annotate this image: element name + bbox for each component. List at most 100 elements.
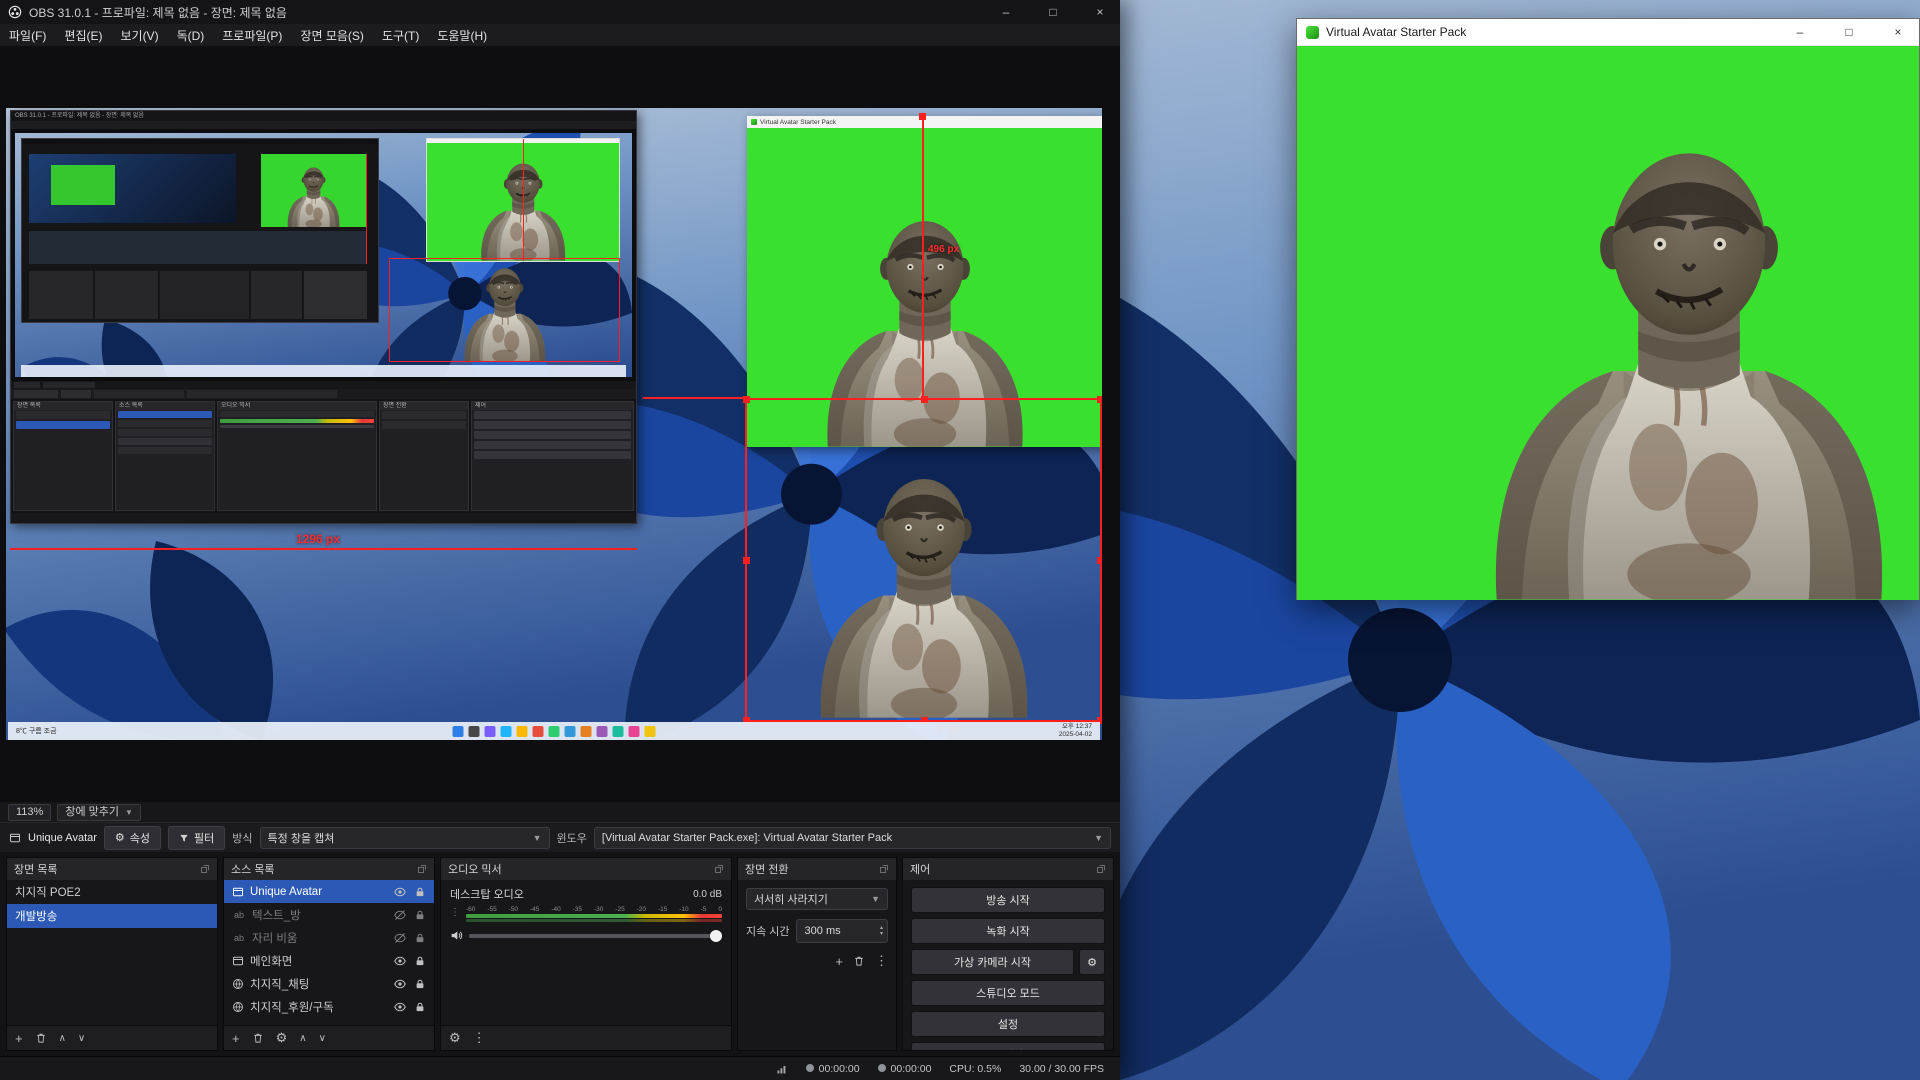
- source-properties-button[interactable]: ⚙: [276, 1030, 288, 1046]
- measure-line-1296: [10, 548, 637, 550]
- scene-item-selected[interactable]: 개발방송: [7, 904, 217, 928]
- zoom-level[interactable]: 113%: [8, 804, 51, 821]
- add-source-button[interactable]: +: [232, 1031, 240, 1046]
- volume-slider-knob[interactable]: [710, 930, 722, 942]
- lock-icon[interactable]: [414, 932, 426, 944]
- source-up-button[interactable]: ∧: [299, 1033, 306, 1044]
- measure-label-1296: 1296 px: [296, 532, 340, 546]
- eye-icon[interactable]: [394, 955, 406, 967]
- lock-icon[interactable]: [414, 1001, 426, 1013]
- fit-to-window-dropdown[interactable]: 창에 맞추기 ▼: [57, 804, 141, 821]
- source-item[interactable]: Unique Avatar: [224, 880, 434, 903]
- source-item[interactable]: 치지직_채팅: [224, 972, 434, 995]
- source-item[interactable]: 메인화면: [224, 949, 434, 972]
- minimize-button[interactable]: –: [986, 0, 1026, 24]
- trash-icon[interactable]: [252, 1032, 264, 1044]
- add-scene-button[interactable]: +: [15, 1031, 23, 1046]
- desktop: OBS 31.0.1 - 프로파일: 제목 없음 - 장면: 제목 없음 – □…: [0, 0, 1920, 1080]
- volume-slider[interactable]: [469, 934, 722, 938]
- eye-icon[interactable]: [394, 1001, 406, 1013]
- maximize-button[interactable]: □: [1033, 0, 1073, 24]
- start-virtual-camera-button[interactable]: 가상 카메라 시작: [911, 949, 1074, 975]
- spin-down-icon[interactable]: ▾: [880, 931, 883, 937]
- sources-dock: 소스 목록 Unique Avatar ab 텍스트_방 ab: [223, 857, 435, 1051]
- start-recording-button[interactable]: 녹화 시작: [911, 918, 1105, 944]
- source-item[interactable]: ab 자리 비움: [224, 926, 434, 949]
- popout-icon[interactable]: [200, 864, 210, 874]
- menu-item-view[interactable]: 보기(V): [111, 27, 167, 44]
- menu-item-edit[interactable]: 편집(E): [55, 27, 111, 44]
- handle-tl[interactable]: [743, 396, 750, 403]
- menu-item-dock[interactable]: 독(D): [168, 27, 214, 44]
- scene-down-button[interactable]: ∨: [78, 1033, 85, 1044]
- crop-vline[interactable]: [922, 116, 924, 398]
- mixer-scale: -60-55-50-45-40-35-30-25-20-15-10-50: [466, 906, 722, 913]
- close-button[interactable]: ×: [1877, 19, 1919, 45]
- studio-mode-button[interactable]: 스튜디오 모드: [911, 980, 1105, 1006]
- handle-tr[interactable]: [1097, 396, 1102, 403]
- crop-handle-top[interactable]: [919, 113, 926, 120]
- popout-icon[interactable]: [417, 864, 427, 874]
- eye-off-icon[interactable]: [394, 909, 406, 921]
- mixer-settings-button[interactable]: ⚙: [449, 1030, 461, 1046]
- lock-icon[interactable]: [414, 955, 426, 967]
- menu-item-help[interactable]: 도움말(H): [428, 27, 496, 44]
- start-streaming-button[interactable]: 방송 시작: [911, 887, 1105, 913]
- handle-l[interactable]: [743, 557, 750, 564]
- scene-up-button[interactable]: ∧: [59, 1033, 66, 1044]
- duration-input[interactable]: 300 ms ▴▾: [796, 919, 888, 943]
- source-selection-box[interactable]: [745, 398, 1102, 722]
- minimize-button[interactable]: –: [1779, 19, 1821, 45]
- settings-button[interactable]: 설정: [911, 1011, 1105, 1037]
- menu-item-scene-collection[interactable]: 장면 모음(S): [291, 27, 373, 44]
- popout-icon[interactable]: [879, 864, 889, 874]
- mixer-db-value: 0.0 dB: [693, 889, 722, 900]
- crop-hline[interactable]: [643, 397, 745, 399]
- mixer-kebab-icon[interactable]: ⋮: [450, 907, 460, 918]
- avatar-app-icon: [1306, 26, 1319, 39]
- handle-r[interactable]: [1097, 557, 1102, 564]
- eye-icon[interactable]: [394, 978, 406, 990]
- obs-window-title: OBS 31.0.1 - 프로파일: 제목 없음 - 장면: 제목 없음: [29, 4, 287, 21]
- eye-off-icon[interactable]: [394, 932, 406, 944]
- obs-titlebar: OBS 31.0.1 - 프로파일: 제목 없음 - 장면: 제목 없음 – □…: [0, 0, 1120, 24]
- mixer-menu-button[interactable]: ⋮: [473, 1030, 486, 1046]
- preview-canvas[interactable]: OBS 31.0.1 - 프로파일: 제목 없음 - 장면: 제목 없음: [0, 46, 1120, 802]
- close-button[interactable]: ×: [1080, 0, 1120, 24]
- lock-icon[interactable]: [414, 909, 426, 921]
- virtual-camera-settings-button[interactable]: ⚙: [1079, 949, 1105, 975]
- transition-select[interactable]: 서서히 사라지기 ▼: [746, 888, 888, 910]
- scene-item[interactable]: 치지직 POE2: [7, 880, 217, 904]
- controls-dock: 제어 방송 시작 녹화 시작 가상 카메라 시작 ⚙ 스튜디오 모드 설정 끝내…: [902, 857, 1114, 1051]
- captured-desktop-preview[interactable]: OBS 31.0.1 - 프로파일: 제목 없음 - 장면: 제목 없음: [6, 108, 1102, 740]
- add-transition-button[interactable]: +: [835, 954, 843, 969]
- source-down-button[interactable]: ∨: [319, 1033, 326, 1044]
- source-item[interactable]: 치지직_후원/구독: [224, 995, 434, 1018]
- exit-button[interactable]: 끝내기: [911, 1042, 1105, 1050]
- handle-t[interactable]: [921, 396, 928, 403]
- stats-icon[interactable]: [776, 1063, 788, 1075]
- eye-icon[interactable]: [394, 886, 406, 898]
- mixer-title: 오디오 믹서: [448, 861, 502, 877]
- maximize-button[interactable]: □: [1828, 19, 1870, 45]
- popout-icon[interactable]: [714, 864, 724, 874]
- trash-icon[interactable]: [853, 955, 865, 967]
- properties-button[interactable]: ⚙ 속성: [104, 826, 161, 850]
- source-item[interactable]: ab 텍스트_방: [224, 903, 434, 926]
- capture-method-select[interactable]: 특정 창을 캡쳐 ▼: [260, 827, 550, 849]
- chevron-down-icon: ▼: [125, 805, 133, 820]
- capture-window-select[interactable]: [Virtual Avatar Starter Pack.exe]: Virtu…: [594, 827, 1111, 849]
- text-source-icon: ab: [232, 933, 246, 943]
- speaker-icon[interactable]: [450, 929, 463, 942]
- popout-icon[interactable]: [1096, 864, 1106, 874]
- menu-item-file[interactable]: 파일(F): [0, 27, 55, 44]
- lock-icon[interactable]: [414, 978, 426, 990]
- filters-button[interactable]: 필터: [168, 826, 225, 850]
- lock-icon[interactable]: [414, 886, 426, 898]
- trash-icon[interactable]: [35, 1032, 47, 1044]
- menu-item-profile[interactable]: 프로파일(P): [213, 27, 291, 44]
- selected-avatar-figure: [807, 401, 1040, 718]
- mini-obs-docks: 장면 목록 소스 목록 오디오: [11, 399, 636, 513]
- menu-item-tools[interactable]: 도구(T): [373, 27, 428, 44]
- transition-menu-button[interactable]: ⋮: [875, 953, 888, 969]
